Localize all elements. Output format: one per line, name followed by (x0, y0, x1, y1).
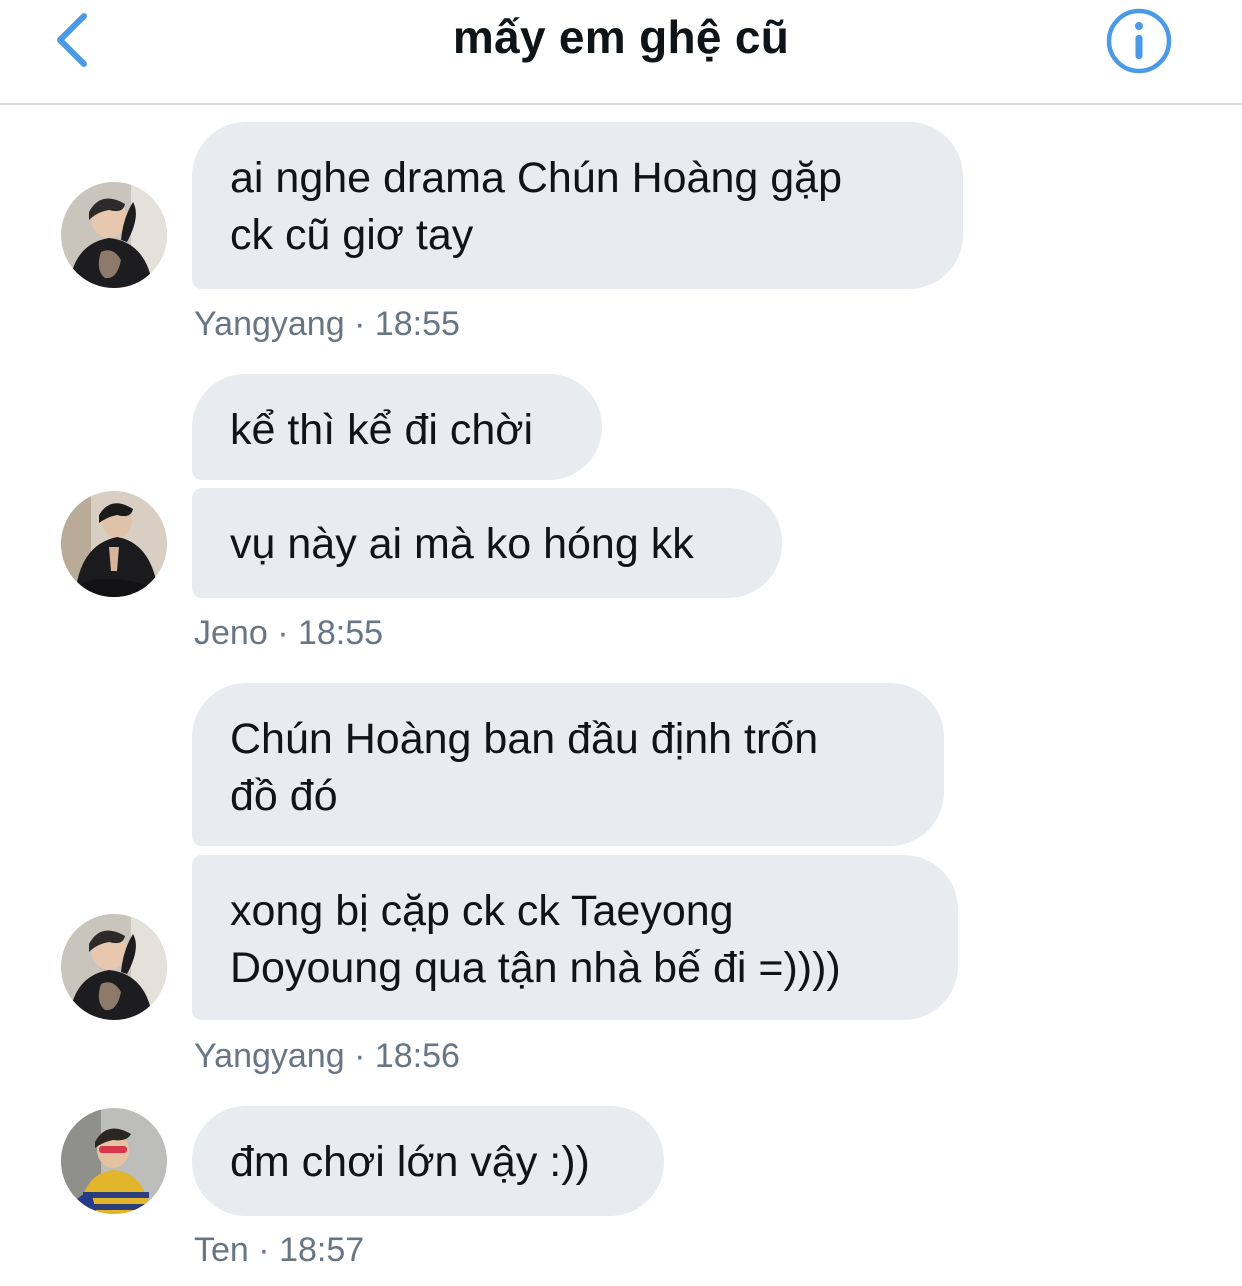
sender-name: Yangyang (194, 1037, 345, 1075)
message-time: 18:55 (297, 614, 384, 652)
message-bubble[interactable]: vụ này ai mà ko hóng kk (192, 488, 782, 598)
avatar[interactable] (61, 914, 167, 1020)
avatar[interactable] (61, 1108, 167, 1214)
message-time: 18:57 (279, 1231, 365, 1269)
avatar[interactable] (61, 182, 167, 288)
message-line: Doyoung qua tận nhà bế đi =)))) (230, 944, 841, 992)
message-line: kể thì kể đi chời (230, 406, 534, 454)
message-meta: Yangyang · 18:56 (194, 1037, 460, 1076)
message-bubble[interactable]: ai nghe drama Chún Hoàng gặp ck cũ giơ t… (192, 122, 963, 289)
message-line: đồ đó (230, 772, 338, 820)
jeno-avatar-image (61, 491, 167, 597)
avatar[interactable] (61, 491, 167, 597)
yangyang-avatar-image (61, 182, 167, 288)
message-line: xong bị cặp ck ck Taeyong (230, 887, 734, 935)
message-bubble[interactable]: kể thì kể đi chời (192, 374, 602, 480)
info-button[interactable] (1104, 4, 1174, 74)
message-meta: Jeno · 18:55 (194, 614, 383, 653)
message-bubble[interactable]: xong bị cặp ck ck Taeyong Doyoung qua tậ… (192, 855, 958, 1020)
sender-name: Jeno (194, 614, 268, 652)
message-line: vụ này ai mà ko hóng kk (230, 520, 694, 568)
yangyang-avatar-image (61, 914, 167, 1020)
sender-name: Yangyang (194, 305, 345, 343)
meta-separator: · (354, 305, 366, 343)
message-bubble[interactable]: đm chơi lớn vậy :)) (192, 1106, 664, 1216)
meta-separator: · (258, 1231, 270, 1269)
message-line: đm chơi lớn vậy :)) (230, 1138, 590, 1186)
sender-name: Ten (194, 1231, 249, 1269)
conversation-title: mấy em ghệ cũ (452, 11, 790, 63)
message-meta: Ten · 18:57 (194, 1231, 364, 1270)
ten-avatar-image (61, 1108, 167, 1214)
message-line: ck cũ giơ tay (230, 211, 474, 259)
info-icon (1106, 8, 1172, 74)
meta-separator: · (354, 1037, 366, 1075)
message-line: Chún Hoàng ban đầu định trốn (230, 715, 819, 763)
message-line: ai nghe drama Chún Hoàng gặp (230, 154, 842, 202)
message-time: 18:55 (374, 305, 460, 343)
message-time: 18:56 (374, 1037, 460, 1075)
conversation-header: mấy em ghệ cũ (0, 0, 1242, 105)
message-meta: Yangyang · 18:55 (194, 305, 460, 344)
meta-separator: · (277, 614, 289, 652)
message-bubble[interactable]: Chún Hoàng ban đầu định trốn đồ đó (192, 683, 944, 846)
